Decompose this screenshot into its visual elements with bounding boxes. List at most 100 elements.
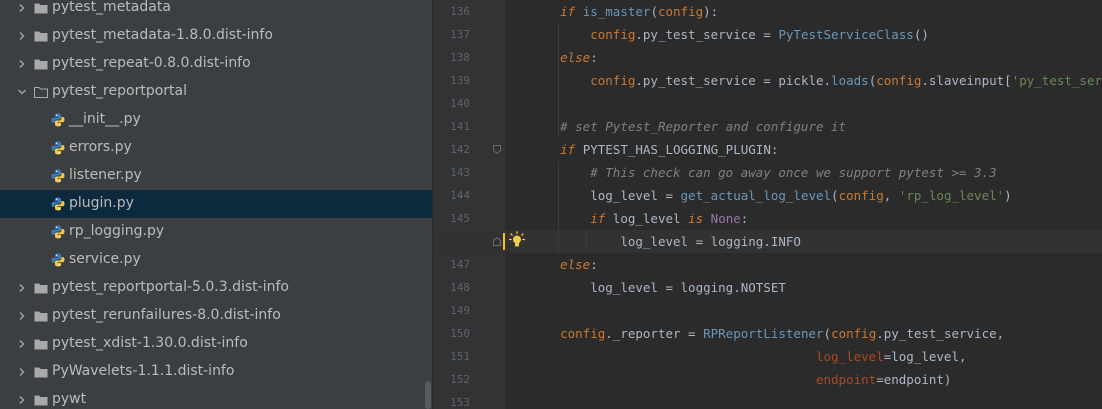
code-text: # This check can go away once we support… xyxy=(530,161,997,184)
code-line[interactable]: endpoint=endpoint) xyxy=(433,368,1102,391)
code-line[interactable] xyxy=(433,299,1102,322)
code-line[interactable]: log_level = logging.NOTSET xyxy=(433,276,1102,299)
code-token: ._reporter = xyxy=(605,326,704,341)
code-token: else xyxy=(560,50,591,65)
lightbulb-icon[interactable] xyxy=(509,231,525,249)
chevron-right-icon[interactable] xyxy=(17,395,27,405)
tree-scrollbar-thumb[interactable] xyxy=(425,381,431,409)
code-line[interactable]: config._reporter = RPReportListener(conf… xyxy=(433,322,1102,345)
code-line[interactable]: else: xyxy=(433,46,1102,69)
tree-folder-item[interactable]: pytest_metadata xyxy=(0,0,432,22)
chevron-right-icon[interactable] xyxy=(17,367,27,377)
code-token: log_level = xyxy=(590,188,681,203)
tree-file-item[interactable]: listener.py xyxy=(0,162,432,190)
folder-icon xyxy=(34,367,48,378)
chevron-down-icon[interactable] xyxy=(17,87,27,97)
code-text: config._reporter = RPReportListener(conf… xyxy=(530,322,1004,345)
tree-item-label: plugin.py xyxy=(69,195,134,211)
folder-icon xyxy=(34,3,48,14)
chevron-right-icon[interactable] xyxy=(17,31,27,41)
code-token: if xyxy=(560,4,576,19)
code-token: # This check can go away once we support… xyxy=(590,165,997,180)
tree-folder-item[interactable]: pytest_rerunfailures-8.0.dist-info xyxy=(0,302,432,330)
code-token: config xyxy=(657,4,704,19)
python-file-icon xyxy=(51,141,65,155)
tree-folder-item[interactable]: pytest_repeat-0.8.0.dist-info xyxy=(0,50,432,78)
code-line[interactable]: # set Pytest_Reporter and configure it xyxy=(433,115,1102,138)
tree-item-label: pytest_metadata xyxy=(52,0,171,15)
indent-guide xyxy=(558,23,560,138)
code-token: =endpoint) xyxy=(876,372,952,387)
tree-item-label: errors.py xyxy=(69,139,132,155)
code-text: log_level = get_actual_log_level(config,… xyxy=(530,184,1012,207)
tree-file-item[interactable]: service.py xyxy=(0,246,432,274)
tree-file-item[interactable]: plugin.py xyxy=(0,190,432,218)
folder-icon xyxy=(34,339,48,350)
code-line[interactable]: if PYTEST_HAS_LOGGING_PLUGIN: xyxy=(433,138,1102,161)
code-token: : xyxy=(590,257,598,272)
chevron-right-icon[interactable] xyxy=(17,311,27,321)
code-token: if xyxy=(590,211,606,226)
code-token: .py_test_service = xyxy=(635,27,779,42)
code-token: get_actual_log_level xyxy=(680,188,832,203)
code-token: log_level xyxy=(815,349,884,364)
code-line[interactable]: log_level=log_level, xyxy=(433,345,1102,368)
code-token: .py_test_service = pickle. xyxy=(635,73,832,88)
code-token: loads xyxy=(831,73,869,88)
code-text: # set Pytest_Reporter and configure it xyxy=(530,115,846,138)
code-line[interactable]: log_level = get_actual_log_level(config,… xyxy=(433,184,1102,207)
tree-file-item[interactable]: __init__.py xyxy=(0,106,432,134)
code-token: ) xyxy=(1004,188,1012,203)
folder-icon xyxy=(34,311,48,322)
code-token: 'py_test_service' xyxy=(1011,73,1102,88)
code-line[interactable]: if log_level is None: xyxy=(433,207,1102,230)
code-token: # set Pytest_Reporter and configure it xyxy=(560,119,847,134)
fold-marker-icon[interactable] xyxy=(493,237,501,246)
chevron-right-icon[interactable] xyxy=(17,59,27,69)
code-line[interactable] xyxy=(433,391,1102,409)
tree-file-item[interactable]: errors.py xyxy=(0,134,432,162)
tree-folder-item[interactable]: pytest_reportportal-5.0.3.dist-info xyxy=(0,274,432,302)
chevron-right-icon[interactable] xyxy=(17,3,27,13)
code-line[interactable]: else: xyxy=(433,253,1102,276)
code-line[interactable]: if is_master(config): xyxy=(433,0,1102,23)
code-token: , xyxy=(883,188,899,203)
folder-icon xyxy=(34,59,48,70)
chevron-right-icon[interactable] xyxy=(17,339,27,349)
tree-folder-item[interactable]: pywt xyxy=(0,386,432,409)
indent-guide xyxy=(558,161,560,253)
chevron-right-icon[interactable] xyxy=(17,283,27,293)
tree-folder-item[interactable]: pytest_reportportal xyxy=(0,78,432,106)
fold-marker-icon[interactable] xyxy=(493,145,501,154)
project-tree[interactable]: pytest_metadata pytest_metadata-1.8.0.dis… xyxy=(0,0,433,409)
code-text: if PYTEST_HAS_LOGGING_PLUGIN: xyxy=(530,138,778,161)
code-line[interactable] xyxy=(433,92,1102,115)
code-token: config xyxy=(876,73,922,88)
code-token: None xyxy=(710,211,741,226)
python-file-icon xyxy=(51,225,65,239)
tree-item-label: pytest_repeat-0.8.0.dist-info xyxy=(52,55,251,71)
tree-folder-item[interactable]: pytest_xdist-1.30.0.dist-info xyxy=(0,330,432,358)
code-line[interactable]: log_level = logging.INFO xyxy=(433,230,1102,253)
tree-file-item[interactable]: rp_logging.py xyxy=(0,218,432,246)
code-line[interactable]: config.py_test_service = PyTestServiceCl… xyxy=(433,23,1102,46)
tree-folder-item[interactable]: PyWavelets-1.1.1.dist-info xyxy=(0,358,432,386)
code-token: ( xyxy=(831,188,839,203)
code-token: is_master xyxy=(582,4,651,19)
code-token: .py_test_service, xyxy=(876,326,1005,341)
code-text: log_level = logging.INFO xyxy=(530,230,801,253)
folder-icon xyxy=(34,31,48,42)
code-token: else xyxy=(560,257,591,272)
code-line[interactable]: # This check can go away once we support… xyxy=(433,161,1102,184)
code-line[interactable]: config.py_test_service = pickle.loads(co… xyxy=(433,69,1102,92)
tree-item-label: pytest_reportportal-5.0.3.dist-info xyxy=(52,279,289,295)
tree-folder-item[interactable]: pytest_metadata-1.8.0.dist-info xyxy=(0,22,432,50)
indent-guide xyxy=(586,230,588,253)
code-editor[interactable]: 1361371381391401411421431441451461471481… xyxy=(433,0,1102,409)
